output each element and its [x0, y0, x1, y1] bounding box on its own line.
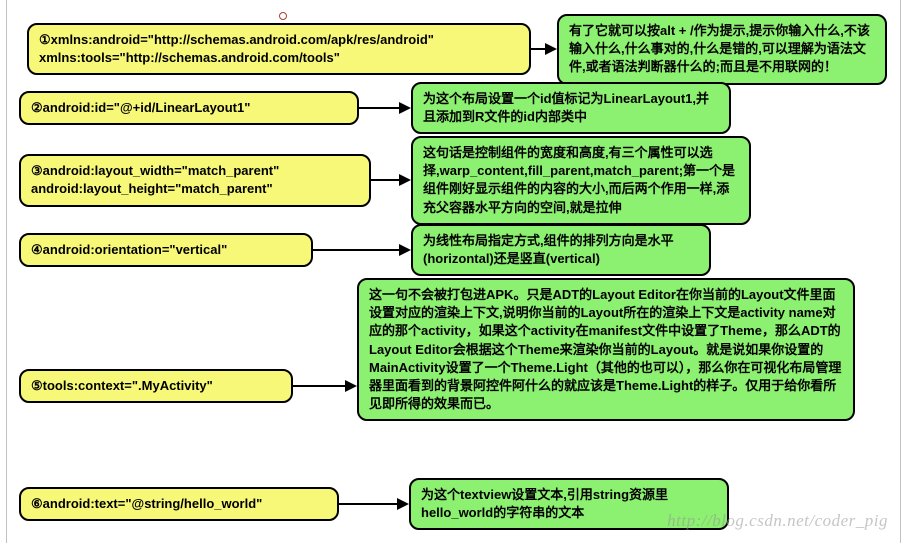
- diagram-row: ①xmlns:android="http://schemas.android.c…: [7, 14, 900, 85]
- diagram-row: ⑤tools:context=".MyActivity" 这一句不会被打包进AP…: [7, 278, 900, 421]
- code-box-4: ④android:orientation="vertical": [19, 233, 313, 267]
- desc-box-5: 这一句不会被打包进APK。只是ADT的Layout Editor在你当前的Lay…: [357, 278, 855, 421]
- code-box-1: ①xmlns:android="http://schemas.android.c…: [27, 23, 531, 75]
- arrow-icon: [313, 249, 411, 251]
- arrow-icon: [339, 503, 409, 505]
- desc-box-2: 为这个布局设置一个id值标记为LinearLayout1,并且添加到R文件的id…: [411, 82, 731, 134]
- desc-box-3: 这句话是控制组件的宽度和高度,有三个属性可以选择,warp_content,fi…: [411, 136, 751, 225]
- code-box-2: ②android:id="@+id/LinearLayout1": [19, 91, 359, 125]
- arrow-icon: [359, 107, 411, 109]
- diagram-row: ④android:orientation="vertical" 为线性布局指定方…: [7, 224, 900, 276]
- diagram-row: ②android:id="@+id/LinearLayout1" 为这个布局设置…: [7, 82, 900, 134]
- desc-box-4: 为线性布局指定方式,组件的排列方向是水平(horizontal)还是竖直(ver…: [411, 224, 711, 276]
- desc-box-1: 有了它就可以按alt + /作为提示,提示你输入什么,不该输入什么,什么事对的,…: [557, 14, 887, 85]
- arrow-icon: [293, 385, 357, 387]
- code-box-5: ⑤tools:context=".MyActivity": [19, 369, 293, 403]
- code-box-3: ③android:layout_width="match_parent" and…: [19, 154, 371, 206]
- watermark-text: http://blog.csdn.net/coder_pig: [667, 511, 888, 531]
- code-box-6: ⑥android:text="@string/hello_world": [19, 487, 339, 521]
- diagram-row: ③android:layout_width="match_parent" and…: [7, 136, 900, 225]
- diagram-canvas: ①xmlns:android="http://schemas.android.c…: [6, 0, 901, 543]
- arrow-icon: [371, 179, 411, 181]
- arrow-icon: [531, 48, 557, 50]
